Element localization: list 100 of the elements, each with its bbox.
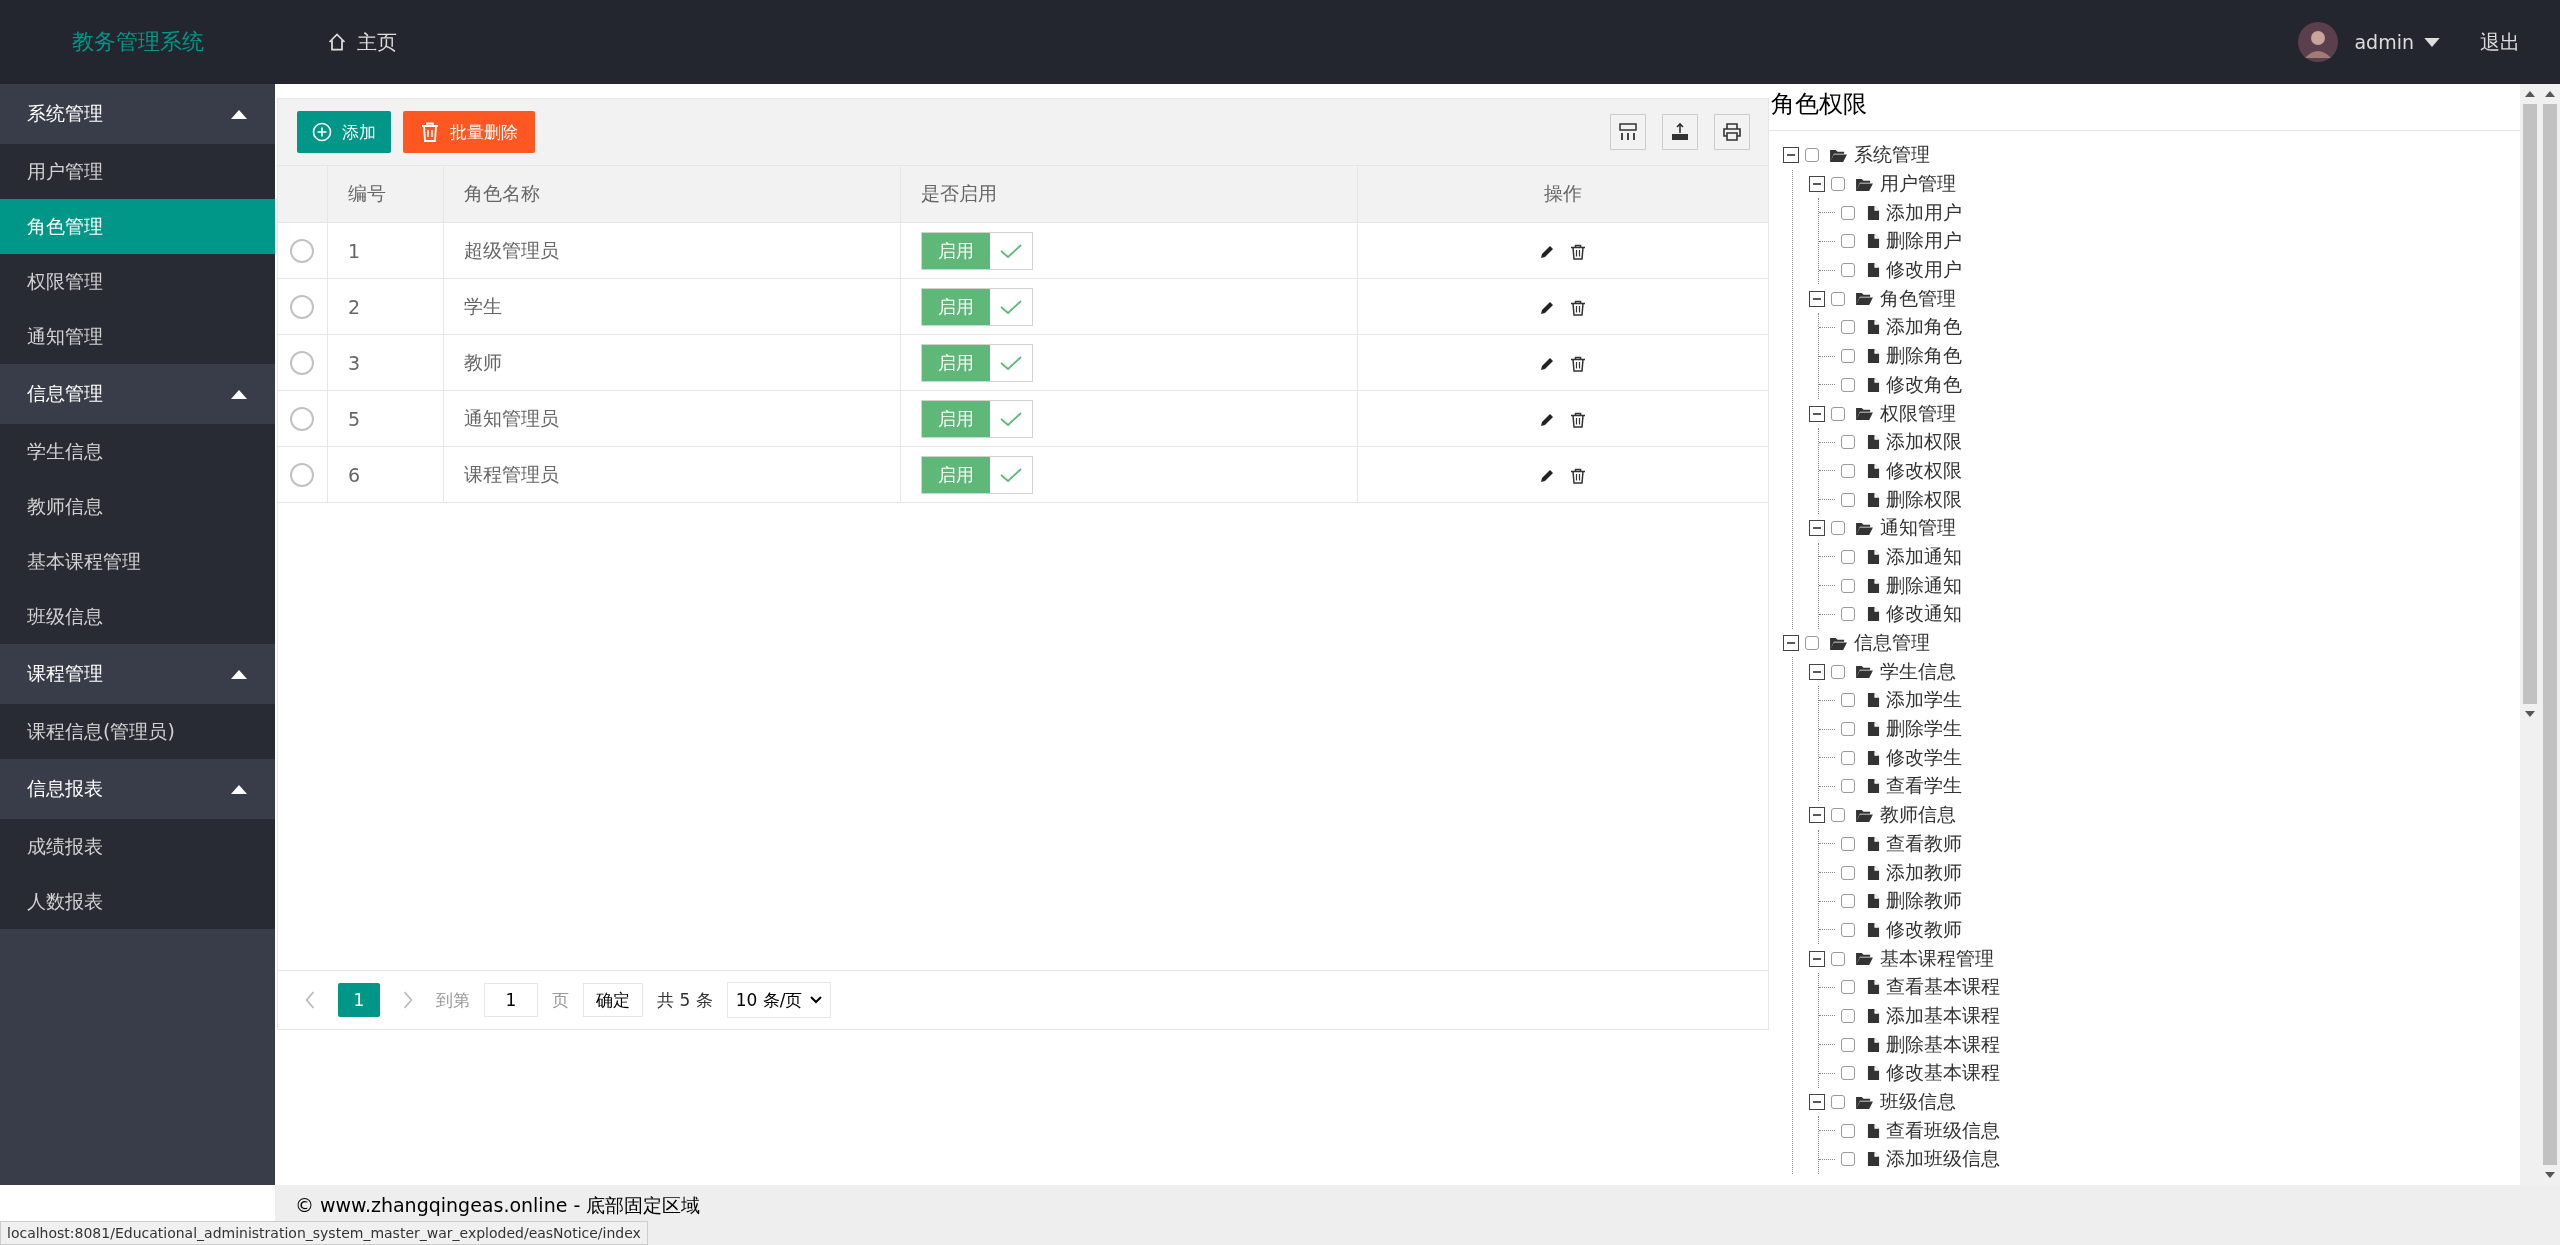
checkbox[interactable] [1841,750,1855,765]
checkbox[interactable] [1831,291,1845,306]
checkbox[interactable] [1805,636,1819,651]
collapse-icon[interactable] [1809,520,1825,537]
collapse-icon[interactable] [1809,1094,1825,1111]
tree-node-label[interactable]: 添加基本课程 [1886,1002,2000,1029]
checkbox[interactable] [1841,865,1855,880]
collapse-icon[interactable] [1809,807,1825,824]
tree-node-label[interactable]: 修改权限 [1886,457,1962,484]
caret-icon[interactable] [2424,37,2440,47]
collapse-icon[interactable] [1783,147,1799,164]
tree-node-label[interactable]: 删除学生 [1886,716,1962,743]
logout-link[interactable]: 退出 [2480,28,2520,56]
tree-node-label[interactable]: 删除用户 [1886,228,1962,255]
tree-node-label[interactable]: 删除角色 [1886,343,1962,370]
menu-group[interactable]: 课程管理 [0,644,275,704]
print-button[interactable] [1714,114,1750,150]
row-radio[interactable] [290,350,314,375]
tree-node-label[interactable]: 通知管理 [1880,515,1956,542]
row-radio[interactable] [290,238,314,263]
checkbox[interactable] [1841,549,1855,564]
checkbox[interactable] [1841,492,1855,507]
checkbox[interactable] [1841,578,1855,593]
checkbox[interactable] [1841,607,1855,622]
menu-item[interactable]: 学生信息 [0,424,275,479]
tree-node-label[interactable]: 查看教师 [1886,830,1962,857]
tree-node-label[interactable]: 基本课程管理 [1880,945,1994,972]
trash-icon[interactable] [1569,412,1586,428]
tree-node-label[interactable]: 修改用户 [1886,257,1962,284]
tree-node-label[interactable]: 权限管理 [1880,400,1956,427]
checkbox[interactable] [1841,894,1855,909]
checkbox[interactable] [1831,177,1845,192]
trash-icon[interactable] [1569,300,1586,316]
checkbox[interactable] [1841,836,1855,851]
trash-icon[interactable] [1569,244,1586,260]
checkbox[interactable] [1831,521,1845,536]
page-number[interactable]: 1 [338,983,380,1017]
menu-item[interactable]: 用户管理 [0,144,275,199]
checkbox[interactable] [1831,1095,1845,1110]
menu-item[interactable]: 通知管理 [0,309,275,364]
user-menu[interactable]: admin [2354,31,2414,53]
checkbox[interactable] [1841,722,1855,737]
columns-button[interactable] [1610,114,1646,150]
checkbox[interactable] [1841,980,1855,995]
menu-group[interactable]: 信息管理 [0,364,275,424]
tree-node-label[interactable]: 查看学生 [1886,773,1962,800]
collapse-icon[interactable] [1809,290,1825,307]
checkbox[interactable] [1841,349,1855,364]
menu-item[interactable]: 人数报表 [0,874,275,929]
menu-item[interactable]: 基本课程管理 [0,534,275,589]
checkbox[interactable] [1841,205,1855,220]
scrollbar[interactable] [2520,84,2540,1185]
menu-item[interactable]: 课程信息(管理员) [0,704,275,759]
row-radio[interactable] [290,294,314,319]
checkbox[interactable] [1831,406,1845,421]
tree-node-label[interactable]: 添加学生 [1886,687,1962,714]
checkbox[interactable] [1841,234,1855,249]
checkbox[interactable] [1841,1037,1855,1052]
checkbox[interactable] [1831,664,1845,679]
checkbox[interactable] [1841,463,1855,478]
export-button[interactable] [1662,114,1698,150]
scroll-down-icon[interactable] [2525,711,2535,717]
collapse-icon[interactable] [1783,635,1799,652]
home-link[interactable]: 主页 [327,28,397,56]
menu-item[interactable]: 权限管理 [0,254,275,309]
checkbox[interactable] [1831,951,1845,966]
tree-node-label[interactable]: 删除通知 [1886,572,1962,599]
tree-node-label[interactable]: 修改基本课程 [1886,1060,2000,1087]
tree-node-label[interactable]: 查看基本课程 [1886,974,2000,1001]
checkbox[interactable] [1841,377,1855,392]
checkbox[interactable] [1841,263,1855,278]
pencil-icon[interactable] [1539,356,1556,372]
checkbox[interactable] [1831,808,1845,823]
avatar-icon[interactable] [2298,22,2339,62]
checkbox[interactable] [1841,320,1855,335]
menu-group[interactable]: 系统管理 [0,84,275,144]
next-page-icon[interactable] [402,991,414,1009]
tree-node-label[interactable]: 角色管理 [1880,285,1956,312]
tree-node-label[interactable]: 修改教师 [1886,916,1962,943]
collapse-icon[interactable] [1809,176,1825,193]
confirm-button[interactable]: 确定 [583,983,643,1017]
tree-node-label[interactable]: 修改通知 [1886,601,1962,628]
tree-node-label[interactable]: 添加用户 [1886,199,1962,226]
collapse-icon[interactable] [1809,405,1825,422]
menu-item[interactable]: 教师信息 [0,479,275,534]
menu-group[interactable]: 信息报表 [0,759,275,819]
pencil-icon[interactable] [1539,468,1556,484]
row-radio[interactable] [290,406,314,431]
checkbox[interactable] [1841,779,1855,794]
tree-node-label[interactable]: 添加角色 [1886,314,1962,341]
tree-node-label[interactable]: 班级信息 [1880,1089,1956,1116]
tree-node-label[interactable]: 添加通知 [1886,543,1962,570]
menu-item[interactable]: 成绩报表 [0,819,275,874]
checkbox[interactable] [1841,693,1855,708]
checkbox[interactable] [1841,435,1855,450]
tree-node-label[interactable]: 删除教师 [1886,888,1962,915]
menu-item[interactable]: 角色管理 [0,199,275,254]
checkbox[interactable] [1841,1123,1855,1138]
checkbox[interactable] [1841,922,1855,937]
checkbox[interactable] [1841,1152,1855,1167]
